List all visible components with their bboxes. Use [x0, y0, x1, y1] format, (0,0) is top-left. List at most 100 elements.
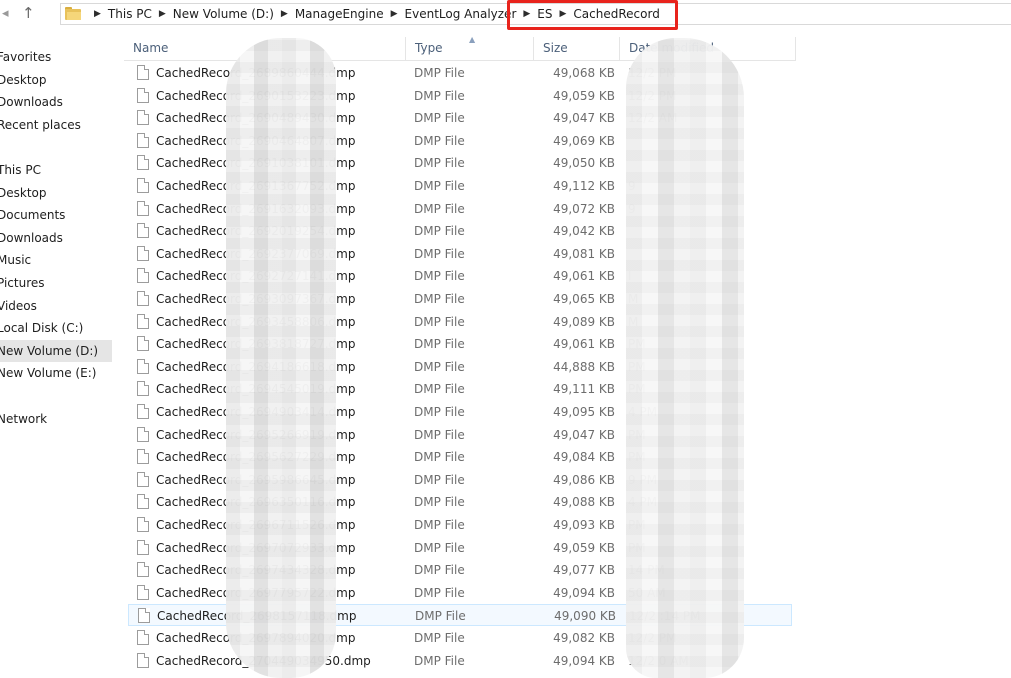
file-type: DMP File — [414, 201, 465, 216]
file-icon — [137, 87, 149, 103]
navigation-pane: Favorites Desktop Downloads Recent places Th… — [0, 40, 114, 678]
file-icon — [138, 608, 150, 624]
nav-item-network[interactable]: Network — [0, 408, 112, 430]
file-size: 49,059 KB — [553, 540, 615, 555]
chevron-right-icon[interactable]: ▶ — [391, 9, 398, 19]
address-row: ◂ ↑ ▶ This PC ▶ New Volume (D:) ▶ Manage… — [0, 0, 1011, 30]
nav-item-label: Videos — [0, 299, 37, 313]
nav-item-this-pc[interactable]: This PC — [0, 159, 112, 181]
crumb-this-pc[interactable]: This PC — [108, 7, 152, 21]
crumb-new-volume-d[interactable]: New Volume (D:) — [173, 7, 274, 21]
nav-item-desktop[interactable]: Desktop — [0, 69, 112, 91]
chevron-right-icon[interactable]: ▶ — [281, 9, 288, 19]
file-type: DMP File — [414, 518, 465, 532]
file-icon — [137, 517, 149, 532]
nav-item-label: Recent places — [0, 118, 81, 132]
nav-item-label: Favorites — [0, 50, 52, 64]
file-icon — [137, 245, 149, 261]
redaction-blur-dates — [626, 38, 744, 678]
file-type: DMP File — [414, 495, 465, 510]
file-type: DMP File — [414, 133, 465, 148]
nav-item-label: This PC — [0, 163, 41, 177]
nav-item-local-disk-c[interactable]: Local Disk (C:) — [0, 317, 112, 339]
file-icon — [137, 155, 149, 171]
file-size: 49,112 KB — [553, 179, 615, 193]
file-type: DMP File — [414, 88, 465, 103]
back-arrow-icon[interactable]: ◂ — [2, 6, 9, 21]
file-icon — [137, 65, 149, 80]
nav-item-recent-places[interactable]: Recent places — [0, 114, 112, 136]
nav-item-label: Pictures — [0, 276, 45, 290]
file-size: 49,090 KB — [554, 609, 616, 624]
nav-item-downloads[interactable]: Downloads — [0, 227, 112, 249]
file-type: DMP File — [414, 337, 465, 352]
crumb-manageengine[interactable]: ManageEngine — [295, 7, 384, 21]
nav-item-label: Desktop — [0, 186, 47, 200]
file-size: 49,093 KB — [553, 518, 615, 532]
file-icon — [137, 404, 149, 419]
chevron-right-icon[interactable]: ▶ — [159, 9, 166, 19]
file-type: DMP File — [414, 224, 465, 239]
file-icon — [137, 336, 149, 352]
nav-item-new-volume-e[interactable]: New Volume (E:) — [0, 362, 112, 384]
file-type: DMP File — [415, 609, 466, 624]
file-type: DMP File — [414, 540, 465, 555]
file-icon — [137, 110, 149, 126]
file-size: 49,086 KB — [553, 472, 615, 487]
nav-item-desktop[interactable]: Desktop — [0, 182, 112, 204]
nav-item-new-volume-d[interactable]: New Volume (D:) — [0, 340, 112, 362]
nav-item-documents[interactable]: Documents — [0, 204, 112, 226]
chevron-right-icon[interactable]: ▶ — [94, 9, 101, 19]
file-size: 49,084 KB — [553, 450, 615, 465]
nav-item-label: New Volume (E:) — [0, 366, 97, 380]
file-type: DMP File — [414, 66, 465, 80]
file-type: DMP File — [414, 292, 465, 306]
up-arrow-icon[interactable]: ↑ — [22, 4, 35, 22]
file-size: 44,888 KB — [553, 359, 615, 374]
file-icon — [137, 268, 149, 284]
file-type: DMP File — [414, 563, 465, 578]
file-size: 49,082 KB — [553, 631, 615, 645]
folder-icon — [65, 7, 81, 20]
nav-item-videos[interactable]: Videos — [0, 295, 112, 317]
file-type: DMP File — [414, 111, 465, 126]
file-icon — [137, 630, 149, 645]
file-size: 49,077 KB — [553, 563, 615, 578]
nav-item-label: New Volume (D:) — [0, 344, 99, 358]
nav-item-favorites[interactable]: Favorites — [0, 46, 112, 68]
sort-up-icon: ▲ — [469, 35, 476, 44]
nav-item-label: Local Disk (C:) — [0, 321, 84, 335]
nav-item-label: Music — [0, 253, 32, 267]
file-size: 49,095 KB — [553, 405, 615, 419]
nav-item-label: Desktop — [0, 73, 47, 87]
file-icon — [137, 178, 149, 193]
nav-item-pictures[interactable]: Pictures — [0, 272, 112, 294]
file-icon — [137, 291, 149, 306]
file-icon — [137, 200, 149, 216]
file-icon — [137, 426, 149, 442]
file-icon — [137, 584, 149, 600]
column-size[interactable]: Size — [534, 37, 620, 60]
file-size: 49,111 KB — [553, 382, 615, 397]
file-type: DMP File — [414, 359, 465, 374]
file-type: DMP File — [414, 450, 465, 465]
file-type: DMP File — [414, 405, 465, 419]
file-type: DMP File — [414, 179, 465, 193]
highlight-box — [507, 0, 678, 30]
crumb-eventlog-analyzer[interactable]: EventLog Analyzer — [405, 7, 517, 21]
file-size: 49,094 KB — [553, 653, 615, 668]
file-size: 49,069 KB — [553, 133, 615, 148]
file-size: 49,042 KB — [553, 224, 615, 239]
file-size: 49,072 KB — [553, 201, 615, 216]
file-icon — [137, 471, 149, 487]
file-size: 49,059 KB — [553, 88, 615, 103]
nav-item-label: Documents — [0, 208, 66, 222]
file-type: DMP File — [414, 472, 465, 487]
file-size: 49,068 KB — [553, 66, 615, 80]
file-type: DMP File — [414, 382, 465, 397]
file-icon — [137, 539, 149, 555]
nav-item-downloads[interactable]: Downloads — [0, 91, 112, 113]
file-size: 49,088 KB — [553, 495, 615, 510]
nav-item-music[interactable]: Music — [0, 249, 112, 271]
redaction-blur-names — [226, 38, 336, 678]
